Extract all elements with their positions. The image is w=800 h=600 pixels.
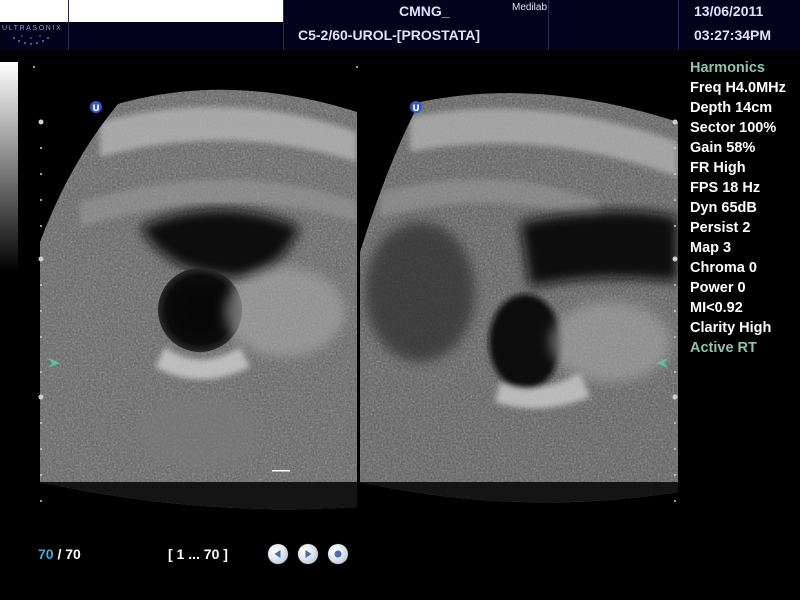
param-mi: MI<0.92 (690, 300, 743, 316)
param-fr: FR High (690, 160, 746, 176)
play-icon (305, 550, 312, 558)
param-persist: Persist 2 (690, 220, 751, 236)
cine-stop-button[interactable] (328, 544, 348, 564)
site-name: CMNG_ (399, 3, 450, 19)
ultrasonix-logo: ULTRASONIX (0, 22, 68, 50)
param-freq: Freq H4.0MHz (690, 80, 786, 96)
ultrasound-dual-view[interactable]: U U (0, 52, 680, 532)
param-depth: Depth 14cm (690, 100, 773, 116)
cine-current-frame: 70 (38, 546, 54, 562)
previous-icon (274, 550, 281, 558)
patient-name-box (0, 0, 283, 22)
cine-separator: / (53, 546, 66, 562)
param-map: Map 3 (690, 240, 732, 256)
right-scan-panel (360, 93, 678, 503)
param-gain: Gain 58% (690, 140, 756, 156)
param-clarity: Clarity High (690, 320, 772, 336)
header-divider (548, 0, 549, 50)
cine-frame-range: [ 1 ... 70 ] (168, 546, 228, 562)
cine-frame-counter: 70 / 70 (38, 546, 81, 562)
cine-play-button[interactable] (298, 544, 318, 564)
param-power: Power 0 (690, 280, 746, 296)
vendor-name: Medilab (512, 2, 548, 13)
header-divider (68, 0, 69, 50)
stop-icon (334, 550, 342, 558)
cine-previous-button[interactable] (268, 544, 288, 564)
exam-date: 13/06/2011 (694, 3, 764, 19)
orientation-marker-left-label: U (92, 104, 99, 114)
exam-time: 03:27:34PM (694, 27, 772, 43)
scale-mark (33, 66, 35, 68)
param-harmonics: Harmonics (690, 60, 765, 76)
header-bar: ULTRASONIX CMNG_ Medilab C5-2/60-UROL-[P… (0, 0, 800, 50)
scale-mark (356, 66, 358, 68)
param-dyn: Dyn 65dB (690, 200, 757, 216)
header-divider (678, 0, 679, 50)
caliper-mark (272, 470, 290, 472)
param-active: Active RT (690, 340, 757, 356)
imaging-parameters: Harmonics Freq H4.0MHz Depth 14cm Sector 10… (690, 58, 800, 358)
left-scan-panel (40, 89, 357, 510)
param-fps: FPS 18 Hz (690, 180, 761, 196)
orientation-marker-right-label: U (412, 104, 419, 114)
probe-preset: C5-2/60-UROL-[PROSTATA] (298, 27, 480, 43)
logo-text: ULTRASONIX (2, 25, 63, 32)
param-sector: Sector 100% (690, 120, 777, 136)
cine-total-frames: 70 (65, 546, 81, 562)
param-chroma: Chroma 0 (690, 260, 757, 276)
header-divider (283, 0, 284, 50)
